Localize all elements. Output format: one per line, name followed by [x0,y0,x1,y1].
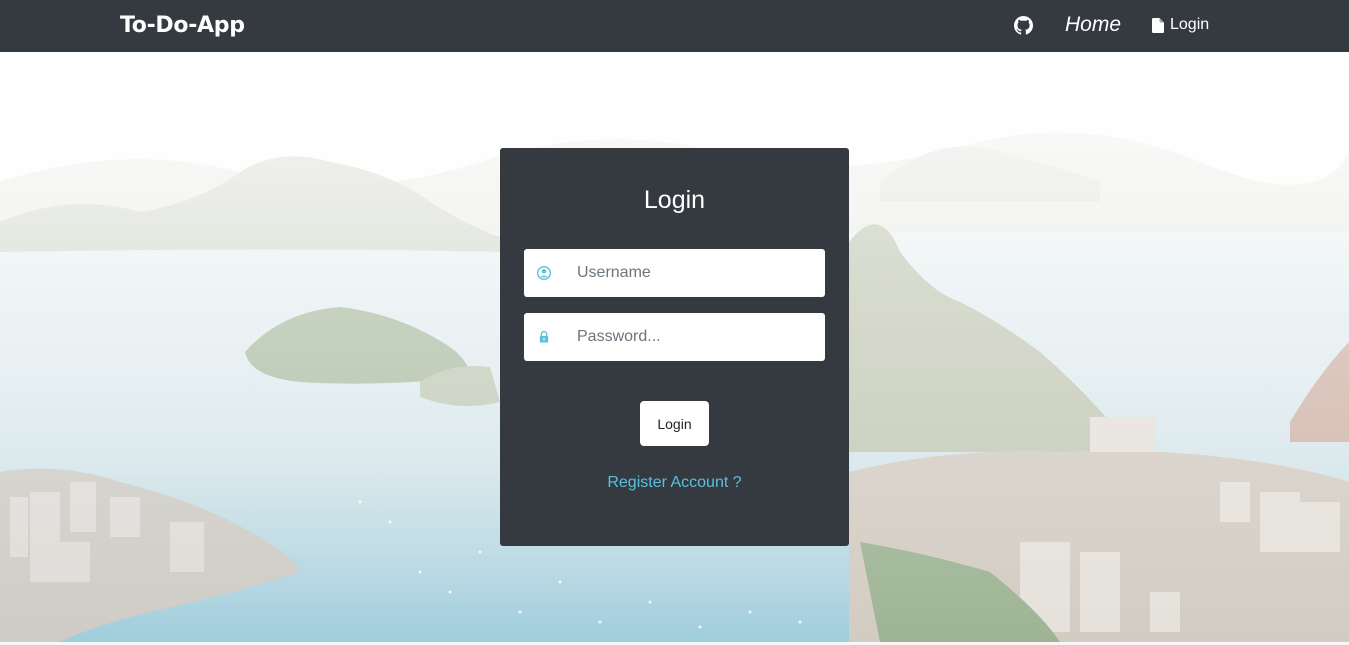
lock-icon [539,330,549,343]
top-navbar: To-Do-App Home Login [0,0,1349,52]
brand-logo[interactable]: To-Do-App [120,13,245,38]
username-input-group[interactable] [524,249,825,297]
password-input-group[interactable] [524,313,825,361]
nav-login-link[interactable]: Login [1152,16,1209,34]
password-input[interactable] [577,313,817,361]
github-icon[interactable] [1014,16,1033,35]
register-account-link[interactable]: Register Account ? [500,474,849,492]
username-input[interactable] [577,249,817,297]
nav-home-link[interactable]: Home [1065,13,1121,37]
nav-login-label: Login [1170,16,1210,33]
user-circle-icon [537,266,551,280]
file-icon [1152,17,1164,33]
login-card: Login Login Register Account ? [500,148,849,546]
login-title: Login [643,186,706,214]
login-button[interactable]: Login [640,401,709,446]
